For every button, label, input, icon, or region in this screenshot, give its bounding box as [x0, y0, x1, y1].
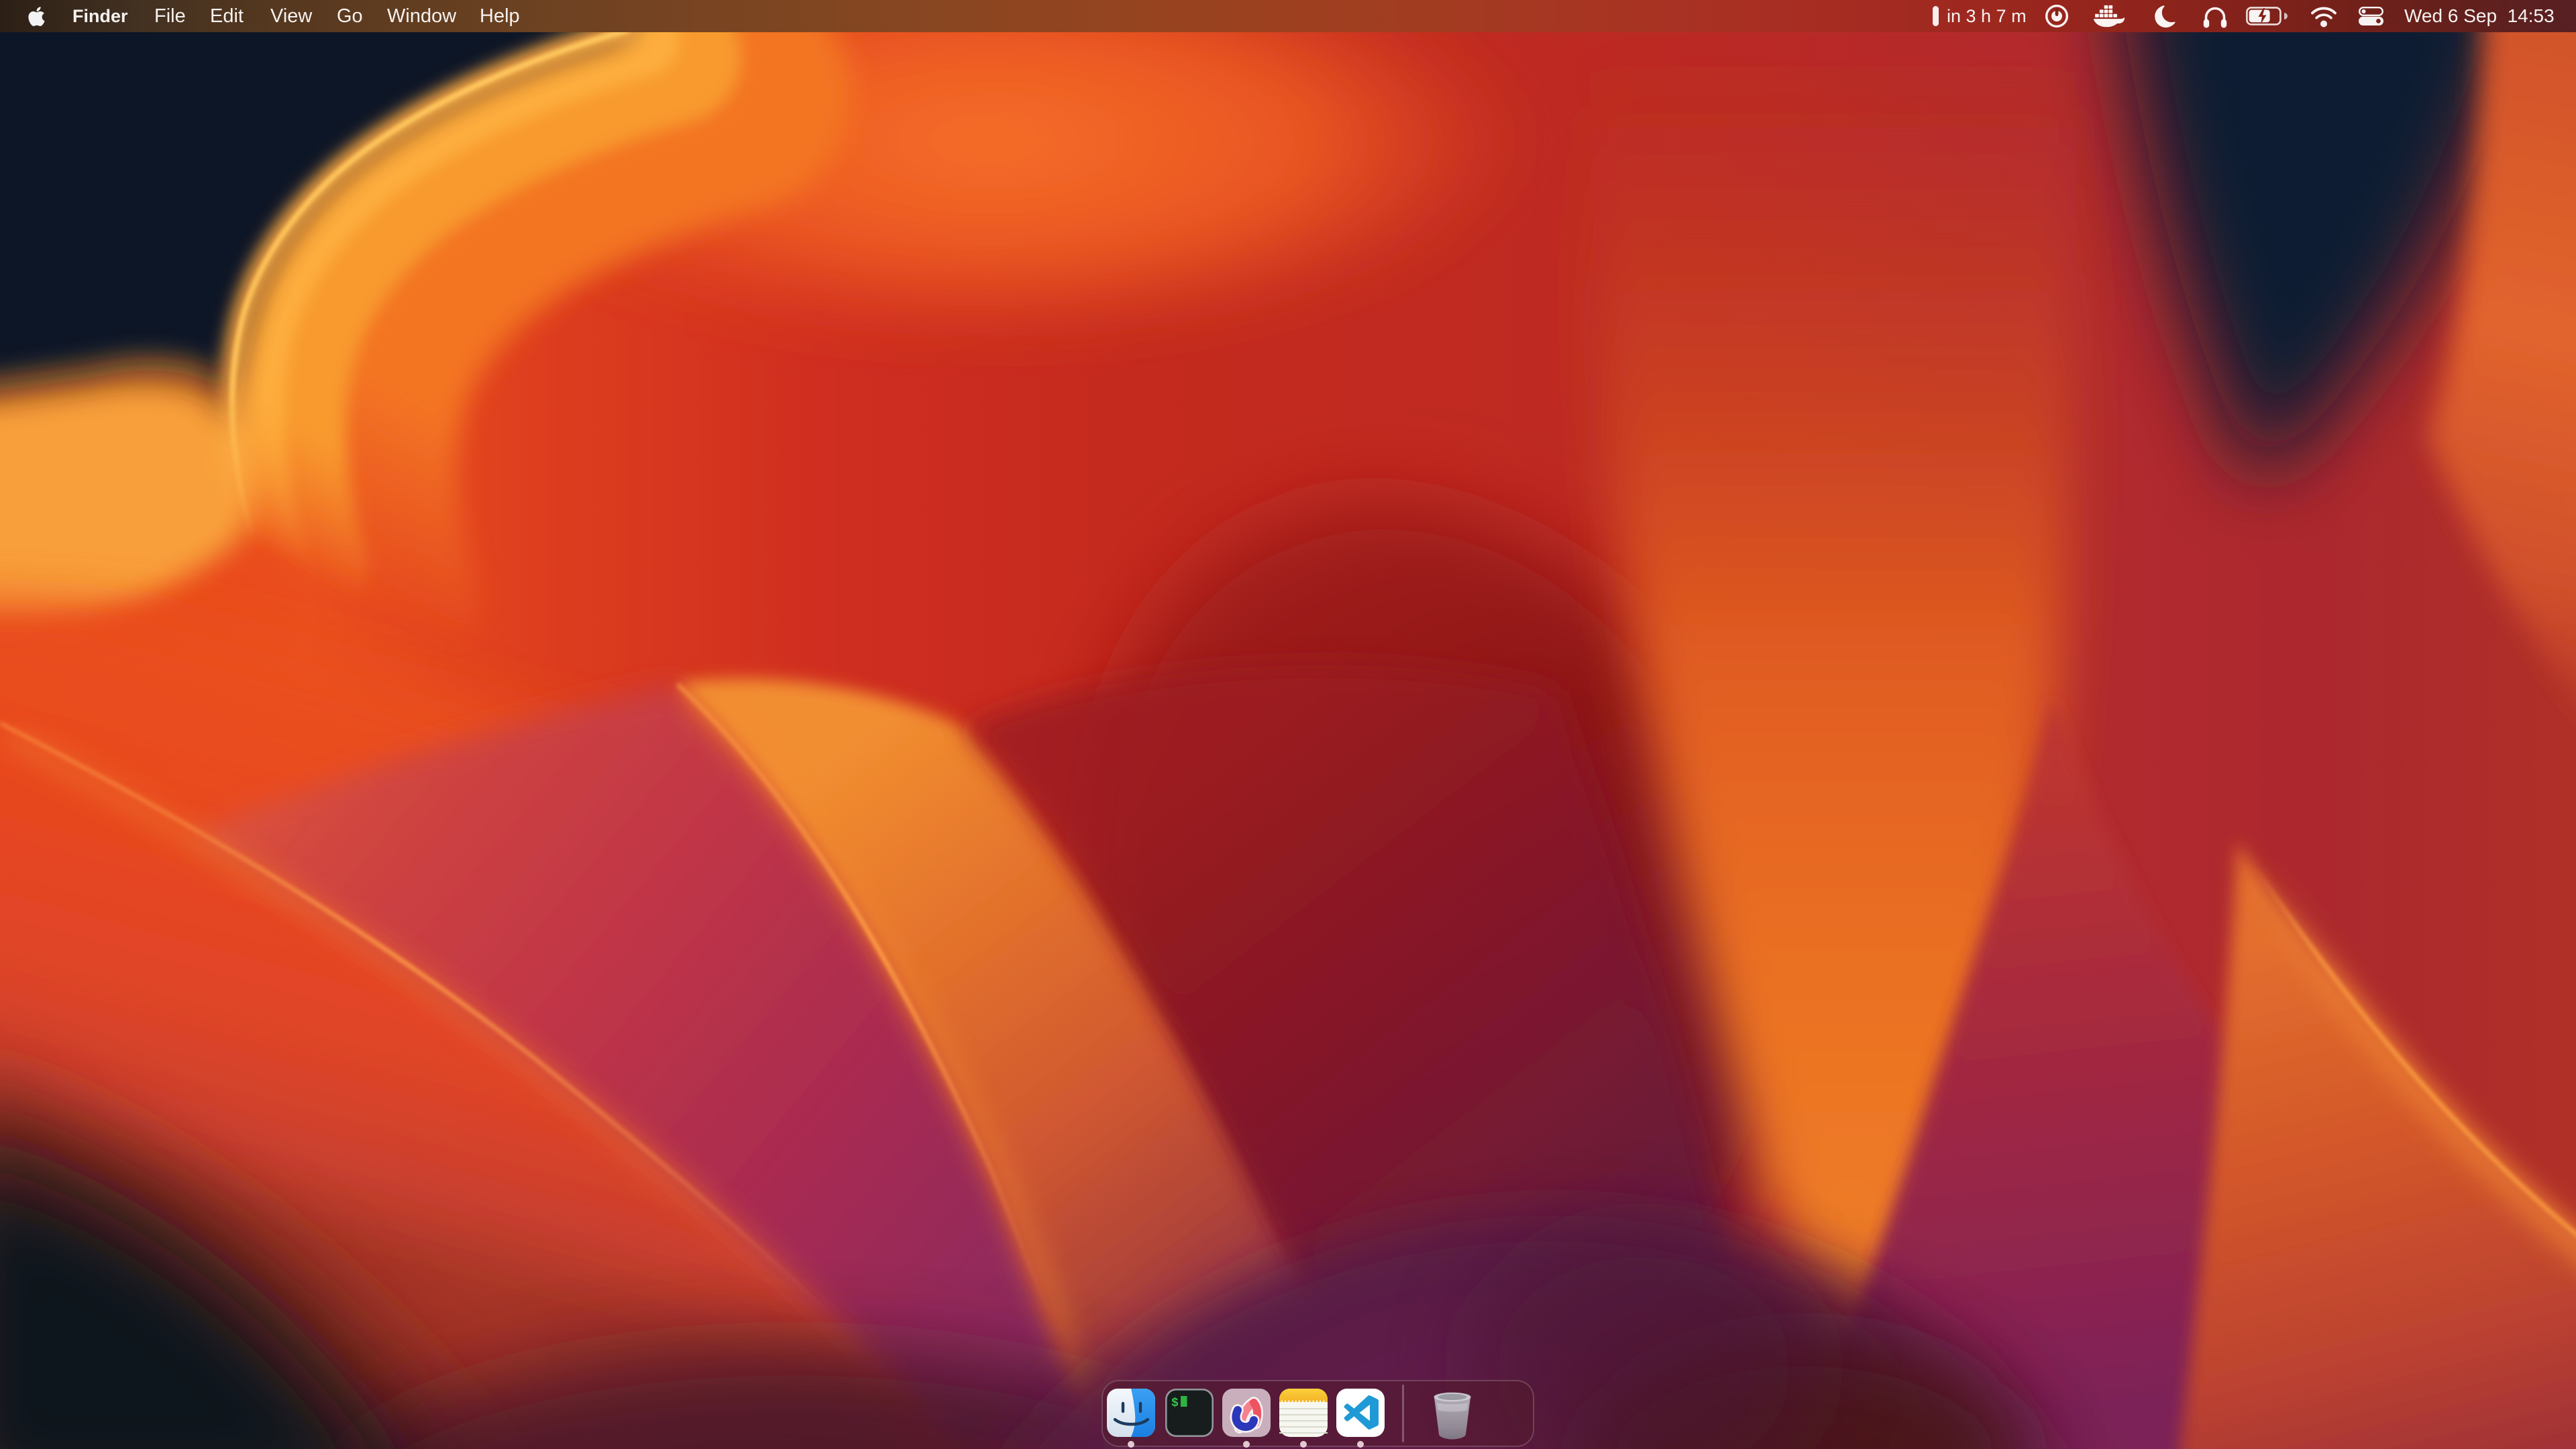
svg-text:$: $	[1171, 1397, 1179, 1410]
